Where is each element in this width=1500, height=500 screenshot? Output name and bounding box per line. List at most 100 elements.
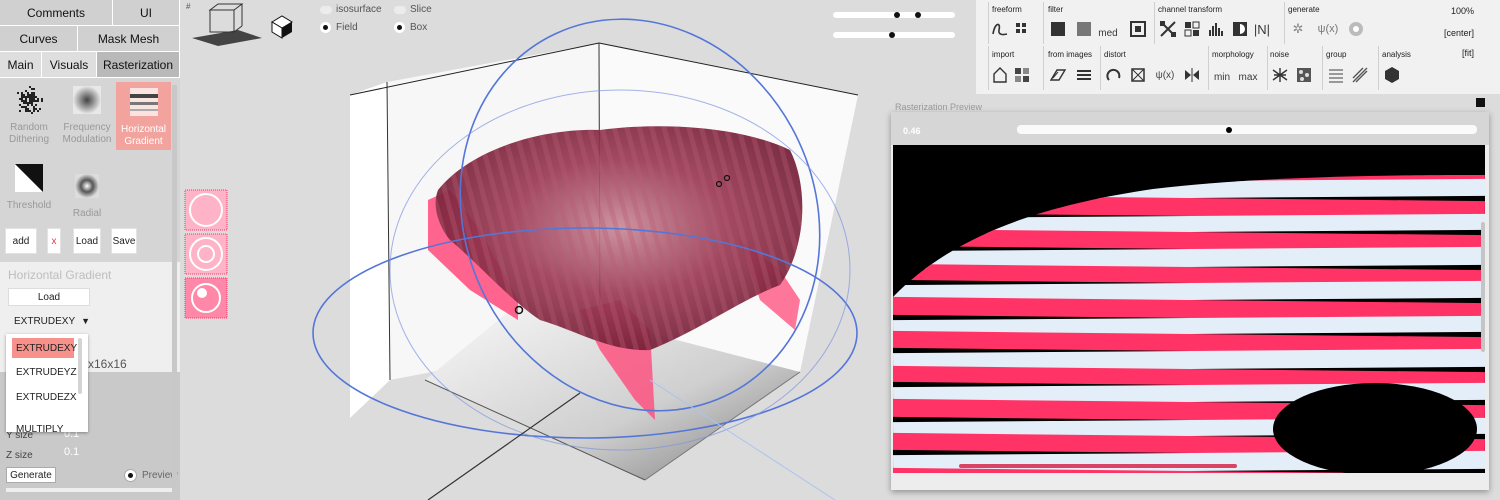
group-divider <box>1043 2 1044 44</box>
generate-button[interactable]: Generate <box>6 467 56 483</box>
tool-random-dithering[interactable]: Random Dithering <box>0 80 58 150</box>
tool-label: Radial <box>72 208 102 219</box>
isosurface-checkbox[interactable] <box>320 6 332 14</box>
filter-blur-icon[interactable] <box>1074 18 1094 40</box>
mode-option[interactable]: EXTRUDEXY <box>12 338 77 358</box>
mode-option[interactable]: MULTIPLY <box>12 412 74 432</box>
morphology-max-icon[interactable]: max <box>1238 66 1258 88</box>
preview-slider-value: 0.46 <box>903 126 921 136</box>
preview-horizontal-scrollbar[interactable] <box>959 464 1237 468</box>
slice-thumbnails[interactable] <box>184 189 228 319</box>
group-label-from-images: from images <box>1048 50 1093 59</box>
noise-texture-icon[interactable] <box>1294 64 1314 86</box>
tool-radial[interactable]: Radial <box>58 166 116 224</box>
preview-window-header: 0.46 <box>891 112 1489 145</box>
dither-icon <box>17 86 43 114</box>
channel-swap-icon[interactable] <box>1158 18 1178 40</box>
left-panel: Comments UI Curves Mask Mesh Main Visual… <box>0 0 180 500</box>
tab-comments[interactable]: Comments <box>0 0 113 26</box>
group-label-import: import <box>992 50 1015 59</box>
dropdown-scrollbar[interactable] <box>78 338 82 394</box>
slice-checkbox[interactable] <box>394 6 406 14</box>
group-divider <box>1100 46 1101 90</box>
invert-icon[interactable] <box>1230 18 1250 40</box>
properties-load-button[interactable]: Load <box>8 288 90 306</box>
save-button[interactable]: Save <box>111 228 137 254</box>
threshold-icon <box>15 164 43 192</box>
fit-view-button[interactable]: [fit] <box>1462 48 1474 58</box>
filter-square-icon[interactable] <box>1048 18 1068 40</box>
group-divider <box>1043 46 1044 90</box>
tab-curves[interactable]: Curves <box>0 26 78 52</box>
chevron-down-icon: ▼ <box>81 316 91 326</box>
preview-slider-handle[interactable] <box>1225 127 1232 133</box>
slice-label: Slice <box>410 4 432 15</box>
view-cube-widget[interactable] <box>192 3 262 46</box>
group-label-freeform: freeform <box>992 5 1022 14</box>
import-grid-icon[interactable] <box>1012 64 1032 86</box>
3d-viewport[interactable]: # isosurface Slice Field Box <box>180 0 976 500</box>
freeform-curve-icon[interactable] <box>990 18 1010 40</box>
range-slider-max-handle[interactable] <box>915 12 921 18</box>
tab-visuals[interactable]: Visuals <box>42 52 97 78</box>
noise-splat-icon[interactable] <box>1270 64 1290 86</box>
load-button[interactable]: Load <box>73 228 101 254</box>
analysis-hexagon-icon[interactable] <box>1382 64 1402 86</box>
remove-button[interactable]: x <box>47 228 61 254</box>
filter-median-icon[interactable]: med <box>1098 22 1118 44</box>
filter-frame-icon[interactable] <box>1128 18 1148 40</box>
import-shape-icon[interactable] <box>990 64 1010 86</box>
tab-mask-mesh[interactable]: Mask Mesh <box>78 26 180 52</box>
zsize-value[interactable]: 0.1 <box>64 446 79 458</box>
mode-select[interactable]: EXTRUDEXY ▼ <box>8 312 91 330</box>
field-label: Field <box>336 22 358 33</box>
top-tab-row: Comments UI <box>0 0 180 26</box>
morphology-min-icon[interactable]: min <box>1212 66 1232 88</box>
center-view-button[interactable]: [center] <box>1444 28 1474 38</box>
normalize-icon[interactable]: |N| <box>1252 18 1272 40</box>
preview-vertical-scrollbar[interactable] <box>1481 222 1485 352</box>
from-images-stack-icon[interactable] <box>1048 64 1068 86</box>
from-images-layers-icon[interactable] <box>1074 64 1094 86</box>
channel-grid-icon[interactable] <box>1182 18 1202 40</box>
zoom-level[interactable]: 100% <box>1451 6 1474 16</box>
group-divider <box>1322 46 1323 90</box>
tool-threshold[interactable]: Threshold <box>0 158 58 211</box>
box-left-wall <box>350 82 390 418</box>
field-radio[interactable] <box>320 22 331 33</box>
generate-function-icon[interactable]: ψ(x) <box>1312 18 1344 40</box>
generate-sparkle-icon[interactable]: ✲ <box>1288 18 1308 40</box>
opacity-slider[interactable] <box>833 32 955 38</box>
mode-option[interactable]: EXTRUDEZX <box>12 387 77 407</box>
preview-radio[interactable] <box>124 469 137 482</box>
group-divider <box>1208 46 1209 90</box>
distort-twist-icon[interactable] <box>1104 64 1124 86</box>
distort-warp-icon[interactable] <box>1128 64 1148 86</box>
range-slider[interactable] <box>833 12 955 18</box>
cube-icon[interactable] <box>271 15 293 39</box>
mode-option[interactable]: EXTRUDEYZ <box>12 362 77 382</box>
tab-rasterization[interactable]: Rasterization <box>97 52 180 78</box>
group-sweep-icon[interactable] <box>1350 64 1370 86</box>
opacity-slider-handle[interactable] <box>889 32 895 38</box>
distort-mirror-icon[interactable] <box>1182 64 1202 86</box>
close-icon[interactable] <box>1476 98 1485 107</box>
preview-slider[interactable] <box>1017 125 1477 134</box>
histogram-icon[interactable] <box>1206 18 1226 40</box>
operations-toolbar: freeform filter med channel transform |N… <box>976 0 1500 94</box>
group-label-distort: distort <box>1104 50 1126 59</box>
tool-horizontal-gradient[interactable]: Horizontal Gradient <box>116 82 171 150</box>
box-radio[interactable] <box>394 22 405 33</box>
range-slider-min-handle[interactable] <box>894 12 900 18</box>
tab-main[interactable]: Main <box>0 52 42 78</box>
generate-disc-icon[interactable] <box>1346 18 1366 40</box>
tool-frequency-modulation[interactable]: Frequency Modulation <box>58 80 116 160</box>
group-stack-icon[interactable] <box>1326 64 1346 86</box>
left-panel-scrollbar[interactable] <box>172 85 177 485</box>
rasterization-preview-window: 0.46 <box>891 112 1489 490</box>
tab-ui[interactable]: UI <box>113 0 180 26</box>
distort-function-icon[interactable]: ψ(x) <box>1152 64 1178 86</box>
add-button[interactable]: add <box>5 228 37 254</box>
freeform-grid-icon[interactable] <box>1012 18 1032 40</box>
group-label-channel-transform: channel transform <box>1158 5 1223 14</box>
